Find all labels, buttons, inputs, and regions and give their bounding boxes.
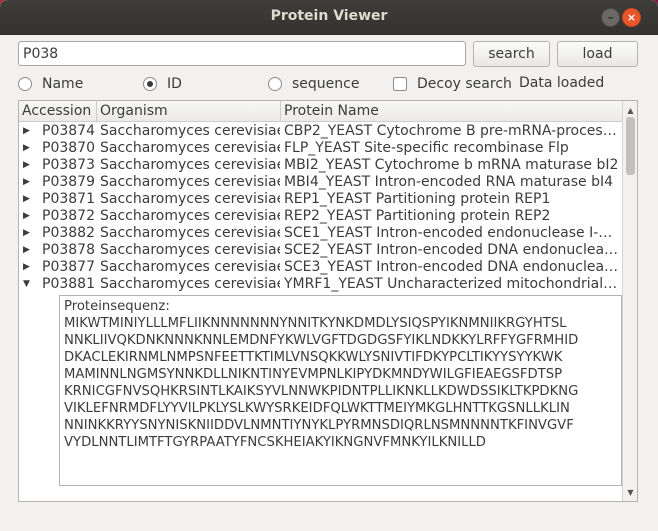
protein-name-cell: MBI4_YEAST Intron-encoded RNA maturase b…: [284, 174, 614, 190]
expand-arrow-icon[interactable]: ▶: [23, 140, 35, 157]
expand-arrow-icon[interactable]: ▶: [23, 174, 35, 191]
expand-arrow-icon[interactable]: ▶: [23, 242, 35, 259]
expand-arrow-icon[interactable]: ▶: [23, 259, 35, 276]
table-row[interactable]: ▶ P03873 Saccharomyces cerevisiae MBI2_YEAS…: [19, 157, 622, 174]
organism-cell: Saccharomyces cerevisiae: [100, 242, 280, 258]
sequence-line: NNKLIIVQKDNKNNNKNNLEMDNFYKWLVGFTDGDGSFYI…: [64, 333, 579, 348]
radio-id-label: ID: [167, 76, 182, 92]
accession-cell: P03873: [42, 157, 95, 173]
protein-name-cell: SCE3_YEAST Intron-encoded DNA endonuclea…: [284, 259, 620, 275]
sequence-line: VIKLEFNRMDFLYYVILPKLYSLKWYSRKEIDFQLWKTTM…: [64, 401, 570, 416]
accession-cell: P03871: [42, 191, 95, 207]
search-input[interactable]: [18, 41, 466, 66]
table-row[interactable]: ▶ P03874 Saccharomyces cerevisiae CBP2_YEAS…: [19, 123, 622, 140]
organism-cell: Saccharomyces cerevisiae: [100, 157, 280, 173]
collapse-arrow-icon[interactable]: ▼: [23, 276, 35, 293]
sequence-line: DKACLEKIRNMLNMPSNFEETTKTIMLVNSQKKWLYSNIV…: [64, 350, 563, 365]
table-row[interactable]: ▼ P03881 Saccharomyces cerevisiae YMRF1_YEA…: [19, 276, 622, 293]
protein-name-cell: YMRF1_YEAST Uncharacterized mitochondria…: [284, 276, 620, 292]
status-label: Data loaded: [519, 75, 605, 91]
expand-arrow-icon[interactable]: ▶: [23, 225, 35, 242]
organism-cell: Saccharomyces cerevisiae: [100, 208, 280, 224]
protein-name-cell: SCE2_YEAST Intron-encoded DNA endonuclea…: [284, 242, 620, 258]
table-row[interactable]: ▶ P03879 Saccharomyces cerevisiae MBI4_YEAS…: [19, 174, 622, 191]
expand-arrow-icon[interactable]: ▶: [23, 123, 35, 140]
table-row[interactable]: ▶ P03878 Saccharomyces cerevisiae SCE2_YEAS…: [19, 242, 622, 259]
sequence-line: KRNICGFNVSQHKRSINTLKAIKSYVLNNWKPIDNTPLLI…: [64, 384, 579, 399]
radio-name[interactable]: Name: [18, 74, 83, 94]
radio-id-circle[interactable]: [143, 77, 157, 91]
radio-sequence-label: sequence: [292, 76, 360, 92]
vertical-scrollbar[interactable]: ▲ ▼: [622, 101, 637, 501]
table-header: Accession Organism Protein Name: [19, 101, 622, 122]
protein-name-cell: CBP2_YEAST Cytochrome B pre-mRNA-process…: [284, 123, 620, 139]
protein-name-cell: REP1_YEAST Partitioning protein REP1: [284, 191, 551, 207]
decoy-search-checkbox[interactable]: Decoy search: [393, 74, 512, 94]
scroll-thumb[interactable]: [626, 117, 635, 175]
table-row[interactable]: ▶ P03870 Saccharomyces cerevisiae FLP_YEAST…: [19, 140, 622, 157]
sequence-detail: Proteinsequenz: MIKWTMINIYLLLMFLIIKNNNNN…: [59, 295, 622, 486]
organism-cell: Saccharomyces cerevisiae: [100, 225, 280, 241]
radio-name-circle[interactable]: [18, 77, 32, 91]
sequence-line: VYDLNNTLIMTFTGYRPAATYFNCSKHEIAKYIKNGNVFM…: [64, 435, 486, 450]
expand-arrow-icon[interactable]: ▶: [23, 208, 35, 225]
window-title: Protein Viewer: [270, 8, 388, 24]
sequence-line: MAMINNLNGMSYNNKDLLNIKNTINYEVMPNLKIPYDKMN…: [64, 367, 563, 382]
radio-selected-dot: [147, 81, 153, 87]
organism-cell: Saccharomyces cerevisiae: [100, 191, 280, 207]
accession-cell: P03870: [42, 140, 95, 156]
table-row[interactable]: ▶ P03871 Saccharomyces cerevisiae REP1_YEAS…: [19, 191, 622, 208]
radio-sequence[interactable]: sequence: [268, 74, 359, 94]
header-protein-name[interactable]: Protein Name: [281, 101, 622, 122]
scroll-down-icon[interactable]: ▼: [623, 485, 637, 499]
accession-cell: P03882: [42, 225, 95, 241]
scroll-up-icon[interactable]: ▲: [623, 103, 637, 117]
protein-tree[interactable]: Accession Organism Protein Name ▶ P03874 S…: [18, 100, 638, 502]
protein-viewer-window: Protein Viewer – × search load Name ID s…: [0, 0, 658, 531]
accession-cell: P03881: [42, 276, 95, 292]
expand-arrow-icon[interactable]: ▶: [23, 191, 35, 208]
table-row[interactable]: ▶ P03882 Saccharomyces cerevisiae SCE1_YEAS…: [19, 225, 622, 242]
radio-sequence-circle[interactable]: [268, 77, 282, 91]
organism-cell: Saccharomyces cerevisiae: [100, 276, 280, 292]
organism-cell: Saccharomyces cerevisiae: [100, 259, 280, 275]
expand-arrow-icon[interactable]: ▶: [23, 157, 35, 174]
protein-name-cell: REP2_YEAST Partitioning protein REP2: [284, 208, 551, 224]
sequence-line: NNINKKRYYSNYNISKNIIDDVLNMNTIYNYKLPYRMNSD…: [64, 418, 574, 433]
protein-name-cell: FLP_YEAST Site-specific recombinase Flp: [284, 140, 569, 156]
header-accession[interactable]: Accession: [19, 101, 97, 122]
accession-cell: P03872: [42, 208, 95, 224]
organism-cell: Saccharomyces cerevisiae: [100, 140, 280, 156]
radio-id[interactable]: ID: [143, 74, 182, 94]
organism-cell: Saccharomyces cerevisiae: [100, 123, 280, 139]
header-organism[interactable]: Organism: [97, 101, 281, 122]
table-row[interactable]: ▶ P03877 Saccharomyces cerevisiae SCE3_YEAS…: [19, 259, 622, 276]
decoy-checkbox-box[interactable]: [393, 77, 407, 91]
protein-name-cell: MBI2_YEAST Cytochrome b mRNA maturase bI…: [284, 157, 619, 173]
accession-cell: P03874: [42, 123, 95, 139]
load-button[interactable]: load: [557, 41, 638, 67]
accession-cell: P03879: [42, 174, 95, 190]
accession-cell: P03878: [42, 242, 95, 258]
sequence-line: MIKWTMINIYLLLMFLIIKNNNNNNNYNNITKYNKDMDLY…: [64, 316, 567, 331]
protein-name-cell: SCE1_YEAST Intron-encoded endonuclease I…: [284, 225, 620, 241]
sequence-label: Proteinsequenz:: [64, 299, 170, 314]
close-button[interactable]: ×: [622, 8, 641, 27]
accession-cell: P03877: [42, 259, 95, 275]
radio-name-label: Name: [42, 76, 84, 92]
organism-cell: Saccharomyces cerevisiae: [100, 174, 280, 190]
decoy-search-label: Decoy search: [417, 76, 512, 92]
title-bar[interactable]: Protein Viewer – ×: [0, 0, 658, 35]
table-row[interactable]: ▶ P03872 Saccharomyces cerevisiae REP2_YEAS…: [19, 208, 622, 225]
minimize-button[interactable]: –: [601, 8, 620, 27]
search-button[interactable]: search: [473, 41, 550, 67]
